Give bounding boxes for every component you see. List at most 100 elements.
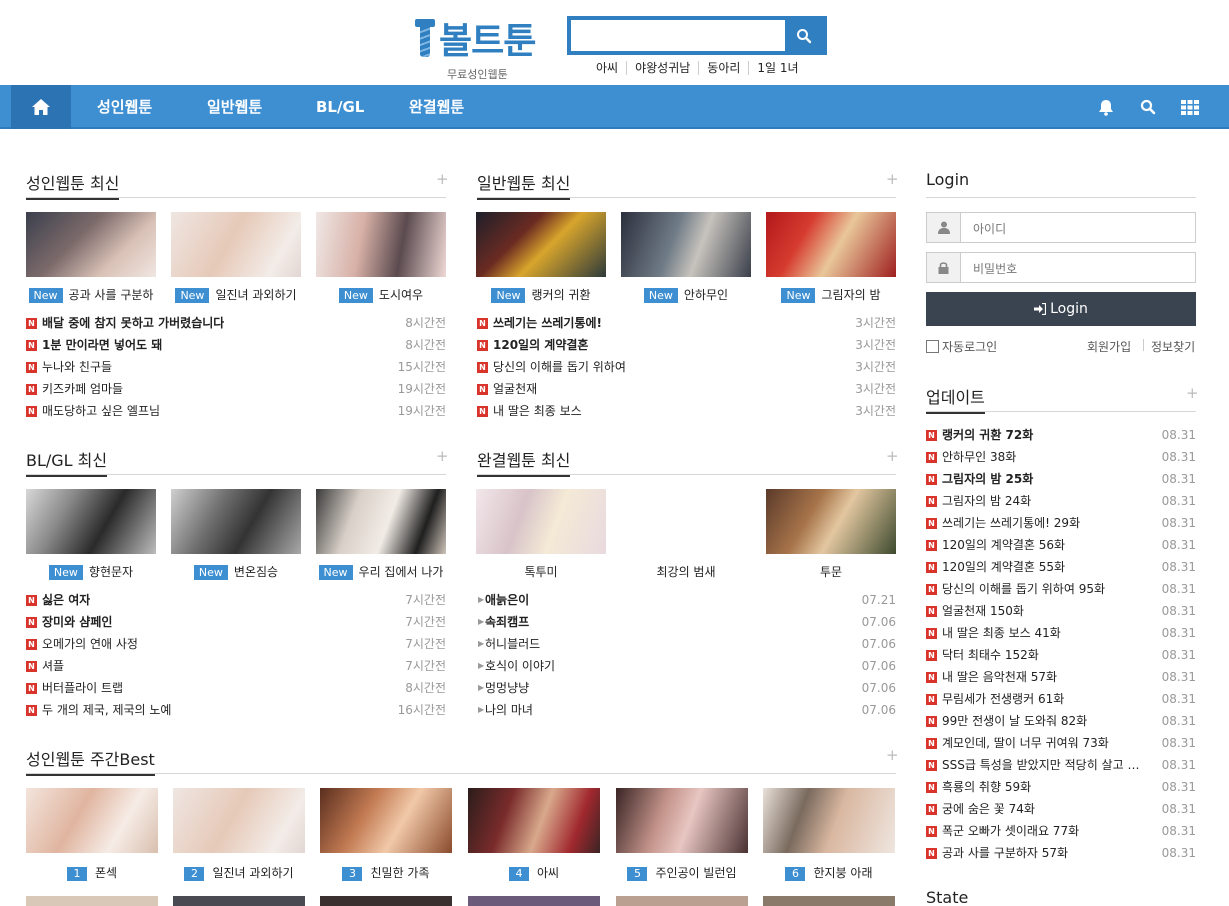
webtoon-caption[interactable]: New 변온짐승 <box>171 563 301 580</box>
search-button[interactable] <box>785 20 823 51</box>
ranking-caption[interactable]: 1 폰섹 <box>26 864 158 881</box>
list-item[interactable]: N 쓰레기는 쓰레기통에! 3시간전 <box>477 312 896 334</box>
nav-item-completed[interactable]: 완결웹툰 <box>409 85 464 129</box>
join-link[interactable]: 회원가입 <box>1087 338 1131 355</box>
menu-grid-button[interactable] <box>1180 97 1200 117</box>
section-title[interactable]: 완결웹툰 최신 <box>477 447 571 477</box>
list-item[interactable]: N 흑룡의 취향 59화 08.31 <box>926 776 1196 798</box>
webtoon-thumbnail[interactable] <box>766 212 896 277</box>
webtoon-thumbnail[interactable] <box>171 212 301 277</box>
webtoon-thumbnail[interactable] <box>763 788 895 853</box>
list-item[interactable]: N 99만 전생이 날 도와줘 82화 08.31 <box>926 710 1196 732</box>
popular-keyword[interactable]: 야왕성귀남 <box>626 61 698 75</box>
section-title[interactable]: BL/GL 최신 <box>26 447 108 477</box>
webtoon-thumbnail[interactable] <box>26 788 158 853</box>
more-button[interactable]: + <box>886 746 899 764</box>
list-item[interactable]: ▶ 멍멍냥냥 07.06 <box>477 677 896 699</box>
list-item[interactable]: N내 딸은 음악천재 57화 08.31 <box>926 666 1196 688</box>
list-item[interactable]: N내 딸은 최종 보스 41화 08.31 <box>926 622 1196 644</box>
more-button[interactable]: + <box>436 447 449 465</box>
list-item[interactable]: ▶ 속죄캠프 07.06 <box>477 611 896 633</box>
section-title[interactable]: 업데이트 <box>926 384 985 414</box>
webtoon-caption[interactable]: New 랭커의 귀환 <box>476 286 606 303</box>
list-item[interactable]: N 오메가의 연애 사정 7시간전 <box>26 633 446 655</box>
ranking-caption[interactable]: 3 친밀한 가족 <box>320 864 452 881</box>
ranking-caption[interactable]: 2 일진녀 과외하기 <box>173 864 305 881</box>
auto-login[interactable]: 자동로그인 <box>926 338 997 355</box>
webtoon-thumbnail[interactable] <box>468 788 600 853</box>
list-item[interactable]: N 매도당하고 싶은 엘프님 19시간전 <box>26 400 446 422</box>
nav-item-blgl[interactable]: BL/GL <box>316 85 364 129</box>
list-item[interactable]: N 계모인데, 딸이 너무 귀여워 73화 08.31 <box>926 732 1196 754</box>
webtoon-thumbnail[interactable] <box>26 896 158 906</box>
webtoon-caption[interactable]: New 도시여우 <box>316 286 446 303</box>
list-item[interactable]: NSSS급 특성을 받았지만 적당히 살고 싶어 26화08.31 <box>926 754 1196 776</box>
list-item[interactable]: N 120일의 계약결혼 56화 08.31 <box>926 534 1196 556</box>
list-item[interactable]: N 안하무인 38화 08.31 <box>926 446 1196 468</box>
webtoon-thumbnail[interactable] <box>320 788 452 853</box>
list-item[interactable]: N 셔플 7시간전 <box>26 655 446 677</box>
list-item[interactable]: ▶ 나의 마녀 07.06 <box>477 699 896 721</box>
webtoon-thumbnail[interactable] <box>173 788 305 853</box>
webtoon-thumbnail[interactable] <box>616 788 748 853</box>
list-item[interactable]: ▶ 허니블러드 07.06 <box>477 633 896 655</box>
section-title[interactable]: 성인웹툰 주간Best <box>26 746 155 776</box>
more-button[interactable]: + <box>1186 384 1199 402</box>
webtoon-thumbnail[interactable] <box>616 896 748 906</box>
popular-keyword[interactable]: 아씨 <box>588 61 626 75</box>
webtoon-caption[interactable]: New 공과 사를 구분하 <box>26 286 156 303</box>
webtoon-thumbnail[interactable] <box>763 896 895 906</box>
password-field[interactable]: 비밀번호 <box>926 252 1196 283</box>
popular-keyword[interactable]: 동아리 <box>698 61 748 75</box>
more-button[interactable]: + <box>436 170 449 188</box>
webtoon-caption[interactable]: 투문 <box>766 563 896 580</box>
list-item[interactable]: N 무림세가 전생랭커 61화 08.31 <box>926 688 1196 710</box>
ranking-caption[interactable]: 5 주인공이 빌런임 <box>616 864 748 881</box>
ranking-caption[interactable]: 4 아씨 <box>468 864 600 881</box>
webtoon-thumbnail[interactable] <box>316 212 446 277</box>
webtoon-thumbnail[interactable] <box>621 212 751 277</box>
list-item[interactable]: N 장미와 샴페인 7시간전 <box>26 611 446 633</box>
list-item[interactable]: N 키즈카페 엄마들 19시간전 <box>26 378 446 400</box>
nav-item-general[interactable]: 일반웹툰 <box>207 85 262 129</box>
more-button[interactable]: + <box>886 447 899 465</box>
list-item[interactable]: N내 딸은 최종 보스 3시간전 <box>477 400 896 422</box>
webtoon-caption[interactable]: New 일진녀 과외하기 <box>171 286 301 303</box>
home-button[interactable] <box>11 85 71 129</box>
list-item[interactable]: N 얼굴천재 3시간전 <box>477 378 896 400</box>
webtoon-thumbnail[interactable] <box>766 489 896 554</box>
webtoon-thumbnail[interactable] <box>476 489 606 554</box>
list-item[interactable]: N 얼굴천재 150화 08.31 <box>926 600 1196 622</box>
site-logo[interactable]: 볼트툰 <box>415 12 536 64</box>
id-field[interactable]: 아이디 <box>926 212 1196 243</box>
webtoon-caption[interactable]: New 향현문자 <box>26 563 156 580</box>
list-item[interactable]: N 당신의 이해를 돕기 위하여 95화 08.31 <box>926 578 1196 600</box>
notification-button[interactable] <box>1096 97 1116 117</box>
list-item[interactable]: N 폭군 오빠가 셋이래요 77화 08.31 <box>926 820 1196 842</box>
list-item[interactable]: N 배달 중에 참지 못하고 가버렸습니다 8시간전 <box>26 312 446 334</box>
list-item[interactable]: N 1분 만이라면 넣어도 돼 8시간전 <box>26 334 446 356</box>
list-item[interactable]: N 쓰레기는 쓰레기통에! 29화 08.31 <box>926 512 1196 534</box>
webtoon-caption[interactable]: New 안하무인 <box>621 286 751 303</box>
section-title[interactable]: 성인웹툰 최신 <box>26 170 120 200</box>
popular-keyword[interactable]: 1일 1녀 <box>748 61 806 75</box>
list-item[interactable]: N 공과 사를 구분하자 57화 08.31 <box>926 842 1196 864</box>
webtoon-thumbnail[interactable] <box>468 896 600 906</box>
ranking-caption[interactable]: 6 한지붕 아래 <box>763 864 895 881</box>
nav-search-button[interactable] <box>1138 97 1158 117</box>
list-item[interactable]: N 당신의 이해를 돕기 위하여 3시간전 <box>477 356 896 378</box>
list-item[interactable]: N 120일의 계약결혼 3시간전 <box>477 334 896 356</box>
list-item[interactable]: N 그림자의 밤 25화 08.31 <box>926 468 1196 490</box>
list-item[interactable]: N 120일의 계약결혼 55화 08.31 <box>926 556 1196 578</box>
webtoon-caption[interactable]: 최강의 범새 <box>621 563 751 580</box>
list-item[interactable]: N 닥터 최태수 152화 08.31 <box>926 644 1196 666</box>
list-item[interactable]: N 그림자의 밤 24화 08.31 <box>926 490 1196 512</box>
webtoon-caption[interactable]: 톡투미 <box>476 563 606 580</box>
webtoon-caption[interactable]: New 우리 집에서 나가 <box>316 563 446 580</box>
nav-item-adult[interactable]: 성인웹툰 <box>97 85 152 129</box>
list-item[interactable]: N두 개의 제국, 제국의 노예 16시간전 <box>26 699 446 721</box>
webtoon-thumbnail[interactable] <box>621 489 751 554</box>
list-item[interactable]: ▶ 애늙은이 07.21 <box>477 589 896 611</box>
list-item[interactable]: N 버터플라이 트랩 8시간전 <box>26 677 446 699</box>
webtoon-thumbnail[interactable] <box>173 896 305 906</box>
